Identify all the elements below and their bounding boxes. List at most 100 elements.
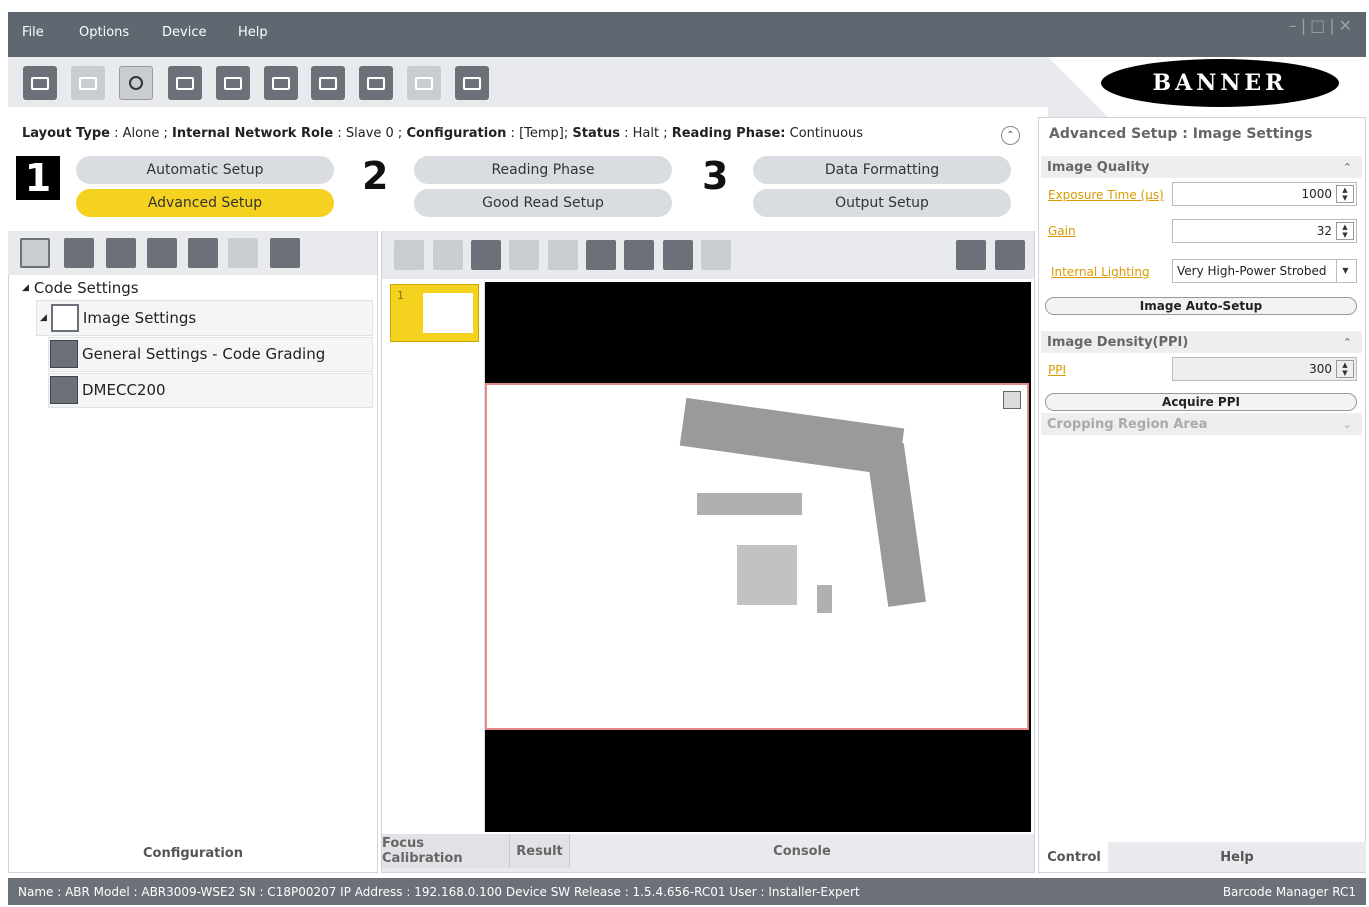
tree-general-settings-label: General Settings - Code Grading xyxy=(82,345,326,363)
play-icon[interactable] xyxy=(956,240,986,270)
datamatrix-icon xyxy=(50,376,78,404)
tree-code-settings-label: Code Settings xyxy=(33,279,139,297)
postal-code-icon[interactable] xyxy=(147,238,177,268)
network-role-label: Internal Network Role xyxy=(172,126,334,141)
automatic-setup-button[interactable]: Automatic Setup xyxy=(76,156,334,184)
filter-icon[interactable] xyxy=(188,238,218,268)
good-read-setup-button[interactable]: Good Read Setup xyxy=(414,189,672,217)
internal-lighting-select[interactable]: Very High-Power Strobed ▼ xyxy=(1172,259,1357,283)
export-icon[interactable] xyxy=(311,66,345,100)
image-icon xyxy=(50,304,79,332)
reading-phase-value: Continuous xyxy=(789,126,864,141)
zoom-out-icon[interactable] xyxy=(548,240,578,270)
internal-lighting-label[interactable]: Internal Lighting xyxy=(1051,265,1150,279)
send-config-icon[interactable] xyxy=(216,66,250,100)
reading-phase-button[interactable]: Reading Phase xyxy=(414,156,672,184)
right-tabs: Control Help xyxy=(1040,842,1366,872)
banner-logo: BANNER xyxy=(1101,59,1339,107)
gain-value: 32 xyxy=(1316,224,1332,238)
device-icon[interactable] xyxy=(23,66,57,100)
menu-bar: File Options Device Help –|□|✕ xyxy=(8,12,1366,57)
menu-file[interactable]: File xyxy=(22,25,44,40)
image-toolbar xyxy=(382,231,1034,279)
tree-image-settings-row[interactable]: ◢ Image Settings xyxy=(40,304,196,332)
device-status-line: Layout Type : Alone ; Internal Network R… xyxy=(22,126,864,141)
layout-type-label: Layout Type xyxy=(22,126,110,141)
ppi-field[interactable]: 300 ▲ ▼ xyxy=(1172,357,1357,381)
code-image-dot xyxy=(817,585,832,613)
user-settings-icon[interactable] xyxy=(119,66,153,100)
acquire-ppi-button[interactable]: Acquire PPI xyxy=(1045,393,1357,411)
grid-icon[interactable] xyxy=(701,240,731,270)
delete-icon[interactable] xyxy=(228,238,258,268)
zoom-fit-icon[interactable] xyxy=(509,240,539,270)
configuration-value: [Temp] xyxy=(519,126,564,141)
window-controls[interactable]: –|□|✕ xyxy=(1289,16,1356,35)
menu-help[interactable]: Help xyxy=(238,25,268,40)
cropping-region-header[interactable]: Cropping Region Area ⌄ xyxy=(1041,413,1362,435)
tab-console[interactable]: Console xyxy=(570,834,1034,868)
tab-control[interactable]: Control xyxy=(1040,842,1108,872)
image-thumbnail[interactable]: 1 xyxy=(390,284,479,342)
ppi-value: 300 xyxy=(1309,362,1332,376)
ppi-label[interactable]: PPI xyxy=(1048,363,1066,377)
gain-field[interactable]: 32 ▲ ▼ xyxy=(1172,219,1357,243)
roi-code-icon[interactable] xyxy=(1003,391,1021,409)
app-version: Barcode Manager RC1 xyxy=(1222,884,1356,899)
autolearn-icon[interactable] xyxy=(270,238,300,268)
arrow-down-icon[interactable] xyxy=(433,240,463,270)
tab-focus-calibration[interactable]: Focus Calibration xyxy=(382,834,510,868)
exposure-time-field[interactable]: 1000 ▲ ▼ xyxy=(1172,182,1357,206)
cropping-region-label: Cropping Region Area xyxy=(1047,416,1208,432)
zoom-in-icon[interactable] xyxy=(471,240,501,270)
output-setup-button[interactable]: Output Setup xyxy=(753,189,1011,217)
step-icon[interactable] xyxy=(995,240,1025,270)
network-role-value: Slave 0 xyxy=(345,126,394,141)
search-device-icon[interactable] xyxy=(71,66,105,100)
barcode-icon[interactable] xyxy=(64,238,94,268)
image-auto-setup-button[interactable]: Image Auto-Setup xyxy=(1045,297,1357,315)
chevron-up-icon: ⌃ xyxy=(1342,335,1352,349)
tree-dmecc200-row[interactable]: DMECC200 xyxy=(50,376,166,404)
check-icon[interactable] xyxy=(624,240,654,270)
step-2-number: 2 xyxy=(362,154,389,198)
internal-lighting-value: Very High-Power Strobed xyxy=(1177,264,1327,278)
status-value: Halt xyxy=(632,126,660,141)
bottom-tabs: Focus Calibration Result Console xyxy=(382,834,1034,872)
spinner-icon[interactable]: ▲ ▼ xyxy=(1336,222,1354,240)
spinner-icon[interactable]: ▲ ▼ xyxy=(1336,360,1354,378)
image-quality-header[interactable]: Image Quality ⌃ xyxy=(1041,156,1362,178)
menu-options[interactable]: Options xyxy=(79,25,129,40)
datamatrix-icon[interactable] xyxy=(106,238,136,268)
tree-general-settings-row[interactable]: General Settings - Code Grading xyxy=(50,340,325,368)
window-icon[interactable] xyxy=(168,66,202,100)
arrow-up-icon[interactable] xyxy=(394,240,424,270)
status-label: Status xyxy=(572,126,620,141)
save-config-icon[interactable] xyxy=(264,66,298,100)
collapse-up-icon[interactable]: ⌃ xyxy=(1001,126,1020,145)
add-code-icon[interactable] xyxy=(20,238,50,268)
advanced-setup-button[interactable]: Advanced Setup xyxy=(76,189,334,217)
image-density-header[interactable]: Image Density(PPI) ⌃ xyxy=(1041,331,1362,353)
gain-label[interactable]: Gain xyxy=(1048,224,1076,238)
import-icon[interactable] xyxy=(359,66,393,100)
status-bar: Name : ABR Model : ABR3009-WSE2 SN : C18… xyxy=(8,878,1366,905)
code-image-low xyxy=(737,545,797,605)
crop-icon[interactable] xyxy=(663,240,693,270)
tab-result[interactable]: Result xyxy=(510,834,570,868)
tree-code-settings[interactable]: ◢ Code Settings xyxy=(22,279,139,297)
chevron-down-icon[interactable]: ▼ xyxy=(1336,260,1354,282)
exposure-time-label[interactable]: Exposure Time (µs) xyxy=(1048,188,1164,202)
chevron-up-icon: ⌃ xyxy=(1342,160,1352,174)
tab-help[interactable]: Help xyxy=(1108,842,1366,872)
tree-image-settings-label: Image Settings xyxy=(82,309,197,327)
network-icon[interactable] xyxy=(455,66,489,100)
data-formatting-button[interactable]: Data Formatting xyxy=(753,156,1011,184)
image-density-label: Image Density(PPI) xyxy=(1047,334,1189,350)
spinner-icon[interactable]: ▲ ▼ xyxy=(1336,185,1354,203)
save-image-icon[interactable] xyxy=(586,240,616,270)
image-roi[interactable] xyxy=(485,383,1029,730)
menu-device[interactable]: Device xyxy=(162,25,206,40)
chevron-down-icon: ⌄ xyxy=(1342,417,1352,431)
copy-icon[interactable] xyxy=(407,66,441,100)
